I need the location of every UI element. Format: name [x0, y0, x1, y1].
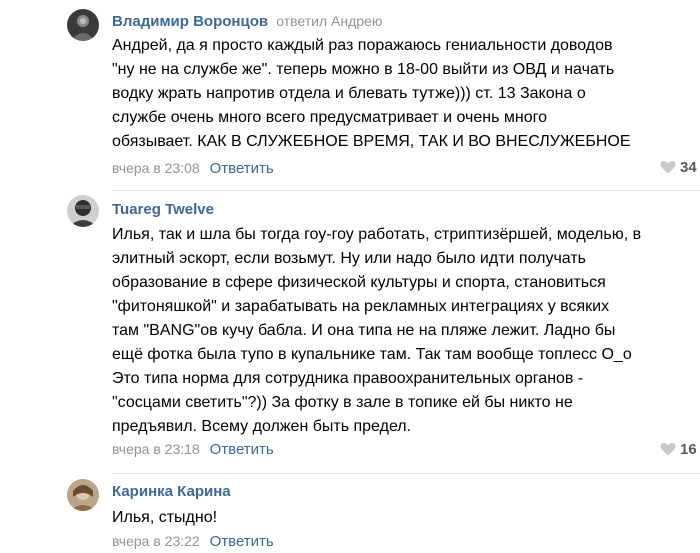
comment-text-line: "фитоняшкой" и зарабатывать на рекламных… [112, 298, 610, 315]
comment-divider [112, 473, 700, 474]
comment-text-line: "сосцами светить"?)) За фотку в зале в т… [112, 394, 573, 411]
timestamp[interactable]: вчера в 23:18 [112, 441, 200, 457]
comment-text-line: там "BANG"ов кучу бабла. И она типа не н… [112, 322, 616, 339]
heart-icon [660, 160, 676, 174]
comment-text: Илья, стыдно! [112, 506, 700, 530]
avatar[interactable] [67, 479, 99, 511]
reply-button[interactable]: Ответить [210, 533, 274, 550]
like-count: 16 [680, 441, 697, 458]
like-count: 34 [680, 159, 697, 176]
avatar[interactable] [67, 9, 99, 41]
heart-icon [660, 442, 676, 456]
comment-meta: вчера в 23:08 Ответить [112, 160, 274, 177]
comment-meta: вчера в 23:22 Ответить [112, 533, 274, 550]
comment-header: Каринка Карина [112, 483, 231, 500]
comment-text: Илья, так и шла бы тогда гоу-гоу работат… [112, 223, 700, 439]
comment-text-line: Илья, так и шла бы тогда гоу-гоу работат… [112, 226, 642, 243]
reply-button[interactable]: Ответить [210, 441, 274, 458]
comment-header: Владимир Воронцов ответил Андрею [112, 13, 382, 30]
comment-text-line: образование в сфере физической культуры … [112, 274, 606, 291]
comment-text-line: "ну не на службе же". теперь можно в 18-… [112, 61, 615, 78]
reply-to-label[interactable]: ответил Андрею [276, 13, 382, 29]
author-name[interactable]: Каринка Карина [112, 483, 231, 500]
comment-header: Tuareg Twelve [112, 201, 214, 218]
like-button[interactable]: 16 [660, 441, 697, 458]
comment-text-line: обязывает. КАК В СЛУЖЕБНОЕ ВРЕМЯ, ТАК И … [112, 133, 631, 150]
comment-text-line: Это типа норма для сотрудника правоохран… [112, 370, 584, 387]
comment-thread: Владимир Воронцов ответил Андрею Андрей,… [0, 0, 700, 553]
comment-text-line: ещё фотка была тупо в купальнике там. Та… [112, 346, 632, 363]
comment-meta: вчера в 23:18 Ответить [112, 441, 274, 458]
author-name[interactable]: Владимир Воронцов [112, 13, 268, 30]
timestamp[interactable]: вчера в 23:22 [112, 533, 200, 549]
avatar[interactable] [67, 195, 99, 227]
reply-button[interactable]: Ответить [210, 160, 274, 177]
timestamp[interactable]: вчера в 23:08 [112, 160, 200, 176]
comment-text-line: Андрей, да я просто каждый раз поражаюсь… [112, 37, 613, 54]
comment-text-line: водку жрать напротив отдела и блевать ту… [112, 85, 586, 102]
comment-text-line: предъявил. Всему должен быть предел. [112, 418, 412, 435]
comment-text-line: элитный эскорт, если возьмут. Ну или над… [112, 250, 586, 267]
comment-text-line: Илья, стыдно! [112, 509, 218, 526]
comment-text-line: службе очень много всего предусматривает… [112, 109, 547, 126]
like-button[interactable]: 34 [660, 159, 697, 176]
author-name[interactable]: Tuareg Twelve [112, 201, 214, 218]
comment-text: Андрей, да я просто каждый раз поражаюсь… [112, 34, 700, 154]
comment-divider [112, 190, 700, 191]
